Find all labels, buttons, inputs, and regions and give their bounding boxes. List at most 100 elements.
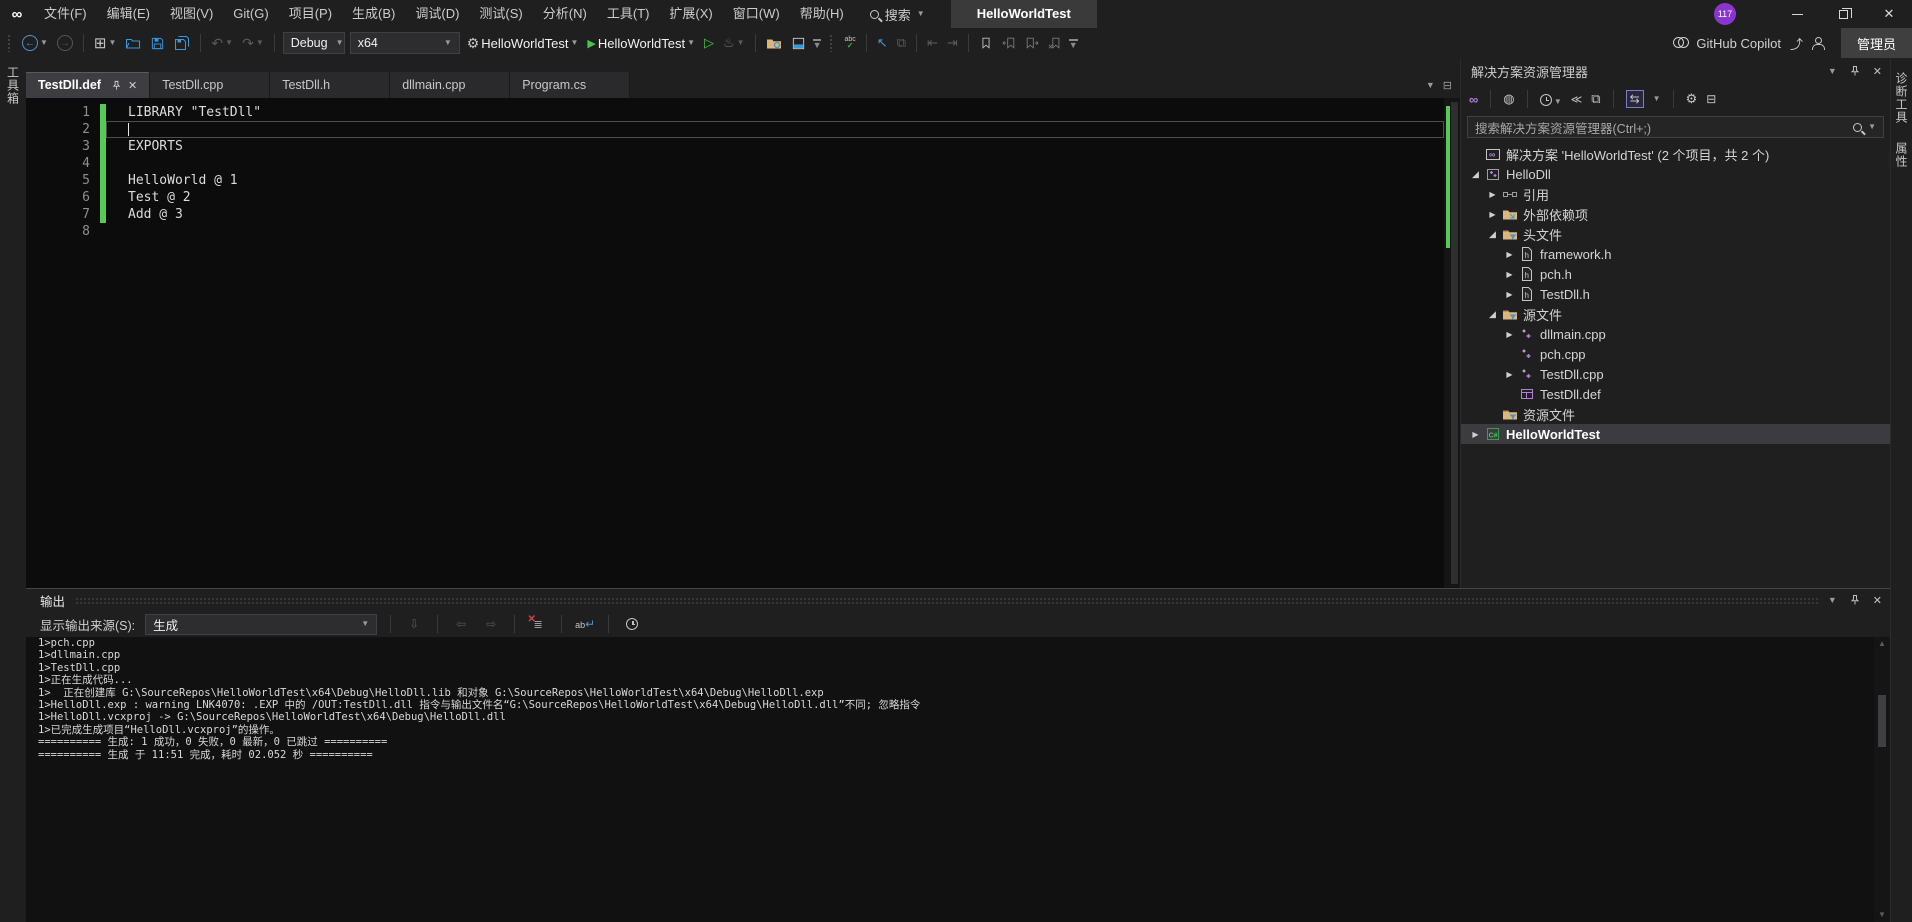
menu-item[interactable]: 编辑(E) — [97, 0, 160, 28]
goto-message-button[interactable]: ⇩ — [404, 614, 424, 634]
scrollbar-thumb[interactable] — [1878, 695, 1886, 747]
close-tab-icon[interactable]: ✕ — [128, 79, 137, 92]
home-button[interactable]: ◍ — [1503, 91, 1514, 107]
tree-item[interactable]: ◢ HelloDll — [1461, 164, 1890, 184]
document-tab[interactable]: TestDll.def ✕ — [26, 72, 150, 98]
hot-reload-button[interactable]: ♨▼ — [721, 31, 747, 55]
toolbar-grip[interactable] — [829, 34, 834, 52]
menu-item[interactable]: 项目(P) — [279, 0, 342, 28]
menu-item[interactable]: 生成(B) — [342, 0, 405, 28]
close-button[interactable]: ✕ — [1866, 0, 1912, 28]
pin-icon[interactable] — [1849, 594, 1861, 606]
expander-icon[interactable]: ▶ — [1484, 190, 1501, 199]
tab-strip-menu-icon[interactable]: ⊟ — [1443, 79, 1452, 92]
navigate-back-button[interactable]: ←▼ — [20, 31, 50, 55]
code-line[interactable]: 8 — [26, 223, 1444, 240]
new-project-button[interactable]: ⊞▼ — [92, 31, 119, 55]
restore-button[interactable] — [1820, 0, 1866, 28]
clear-all-button[interactable]: ≣ — [528, 614, 548, 634]
tree-item[interactable]: TestDll.def — [1461, 384, 1890, 404]
tree-item[interactable]: ∞ 解决方案 'HelloWorldTest' (2 个项目，共 2 个) — [1461, 144, 1890, 164]
menu-item[interactable]: 帮助(H) — [790, 0, 854, 28]
output-log[interactable]: 1>pch.cpp1>dllmain.cpp1>TestDll.cpp1>正在生… — [26, 637, 1874, 922]
document-tab[interactable]: dllmain.cpp — [390, 72, 510, 98]
window-position-dropdown-icon[interactable]: ▼ — [1828, 596, 1837, 605]
find-in-files-button[interactable] — [764, 31, 784, 55]
pin-icon[interactable] — [1849, 65, 1861, 77]
spell-check-button[interactable]: abc✓ — [842, 31, 857, 55]
menu-item[interactable]: 窗口(W) — [723, 0, 790, 28]
output-vertical-scrollbar[interactable]: ▲ ▼ — [1874, 637, 1890, 922]
code-line[interactable]: 1 LIBRARY "TestDll" — [26, 104, 1444, 121]
properties-tab[interactable]: 属性 — [1893, 142, 1910, 168]
code-line[interactable]: 3 EXPORTS — [26, 138, 1444, 155]
toolbar-overflow-button[interactable]: ▼ — [813, 39, 822, 48]
document-tab[interactable]: TestDll.cpp — [150, 72, 270, 98]
toggle-word-wrap-button[interactable]: ab↵ — [575, 614, 595, 634]
start-debugging-button[interactable]: ▶HelloWorldTest▼ — [585, 31, 697, 55]
preview-selected-items-button[interactable]: ⊟ — [1706, 92, 1716, 106]
expander-icon[interactable]: ◢ — [1467, 169, 1484, 180]
solution-explorer-search-input[interactable]: 搜索解决方案资源管理器(Ctrl+;) ▼ — [1467, 116, 1884, 138]
tree-item[interactable]: ▶ C# HelloWorldTest — [1461, 424, 1890, 444]
menu-item[interactable]: 文件(F) — [34, 0, 97, 28]
clear-bookmarks-button[interactable] — [1046, 31, 1064, 55]
tree-item[interactable]: ▶ 外部依赖项 — [1461, 204, 1890, 224]
editor-vertical-scrollbar[interactable] — [1444, 98, 1460, 588]
tree-item[interactable]: ◢ 源文件 — [1461, 304, 1890, 324]
expander-icon[interactable]: ◢ — [1484, 309, 1501, 320]
menu-item[interactable]: 测试(S) — [469, 0, 532, 28]
tree-item[interactable]: ◢ 头文件 — [1461, 224, 1890, 244]
next-message-button[interactable]: ⇨ — [481, 614, 501, 634]
pin-icon[interactable] — [111, 80, 122, 91]
pending-changes-filter-button[interactable]: ▼ — [1540, 92, 1562, 107]
previous-message-button[interactable]: ⇦ — [451, 614, 471, 634]
document-tab[interactable]: Program.cs — [510, 72, 630, 98]
scroll-up-icon[interactable]: ▲ — [1878, 637, 1886, 651]
tree-item[interactable]: ▶ 引用 — [1461, 184, 1890, 204]
toolbar-grip[interactable] — [7, 34, 12, 52]
tree-item[interactable]: ▶ TestDll.cpp — [1461, 364, 1890, 384]
navigate-to-button[interactable]: ↖ — [875, 31, 890, 55]
close-icon[interactable]: ✕ — [1873, 594, 1882, 607]
expander-icon[interactable]: ▶ — [1484, 210, 1501, 219]
scroll-down-icon[interactable]: ▼ — [1878, 908, 1886, 922]
menu-item[interactable]: 扩展(X) — [659, 0, 722, 28]
menu-item[interactable]: 视图(V) — [160, 0, 223, 28]
menu-item[interactable]: 工具(T) — [597, 0, 660, 28]
panel-drag-handle[interactable] — [75, 597, 1818, 604]
active-files-dropdown-icon[interactable]: ▼ — [1426, 81, 1435, 90]
expander-icon[interactable]: ▶ — [1467, 430, 1484, 439]
sync-with-active-document-button[interactable]: ⇆ — [1626, 90, 1644, 108]
chevron-down-icon[interactable]: ▼ — [1653, 95, 1661, 103]
expander-icon[interactable]: ▶ — [1501, 370, 1518, 379]
menu-item[interactable]: 调试(D) — [405, 0, 469, 28]
tree-item[interactable]: ▶ h pch.h — [1461, 264, 1890, 284]
properties-window-button[interactable] — [789, 31, 808, 55]
increase-indent-button[interactable]: ⇥ — [945, 31, 960, 55]
diagnostic-tools-tab[interactable]: 诊断工具 — [1893, 72, 1910, 124]
switch-views-button[interactable]: ∞ — [1469, 92, 1478, 107]
account-avatar[interactable]: 117 — [1714, 3, 1736, 25]
code-line[interactable]: 6 Test @ 2 — [26, 189, 1444, 206]
code-editor[interactable]: 1 LIBRARY "TestDll" 2 3 EXPORTS — [26, 98, 1444, 588]
collapse-all-button[interactable]: ≪ — [1571, 93, 1583, 106]
expander-icon[interactable]: ◢ — [1484, 229, 1501, 240]
github-copilot-button[interactable]: GitHub Copilot — [1671, 31, 1783, 55]
decrease-indent-button[interactable]: ⇤ — [925, 31, 940, 55]
document-tab[interactable]: TestDll.h — [270, 72, 390, 98]
tree-item[interactable]: ▶ h TestDll.h — [1461, 284, 1890, 304]
output-source-combo[interactable]: 生成 ▼ — [145, 614, 377, 635]
properties-pages-button[interactable]: ⧉ — [1591, 91, 1600, 107]
toolbar-overflow-button[interactable]: ▼ — [1069, 39, 1078, 48]
expander-icon[interactable]: ▶ — [1501, 250, 1518, 259]
tree-item[interactable]: pch.cpp — [1461, 344, 1890, 364]
code-line[interactable]: 5 HelloWorld @ 1 — [26, 172, 1444, 189]
start-without-debugging-button[interactable]: ▷ — [702, 31, 716, 55]
menu-item[interactable]: Git(G) — [223, 0, 278, 28]
share-button[interactable]: ⤴ — [1788, 31, 1805, 55]
search-box[interactable]: 搜索 ▼ — [870, 5, 925, 24]
expander-icon[interactable]: ▶ — [1501, 290, 1518, 299]
window-position-dropdown-icon[interactable]: ▼ — [1828, 67, 1837, 76]
open-file-button[interactable] — [123, 31, 143, 55]
